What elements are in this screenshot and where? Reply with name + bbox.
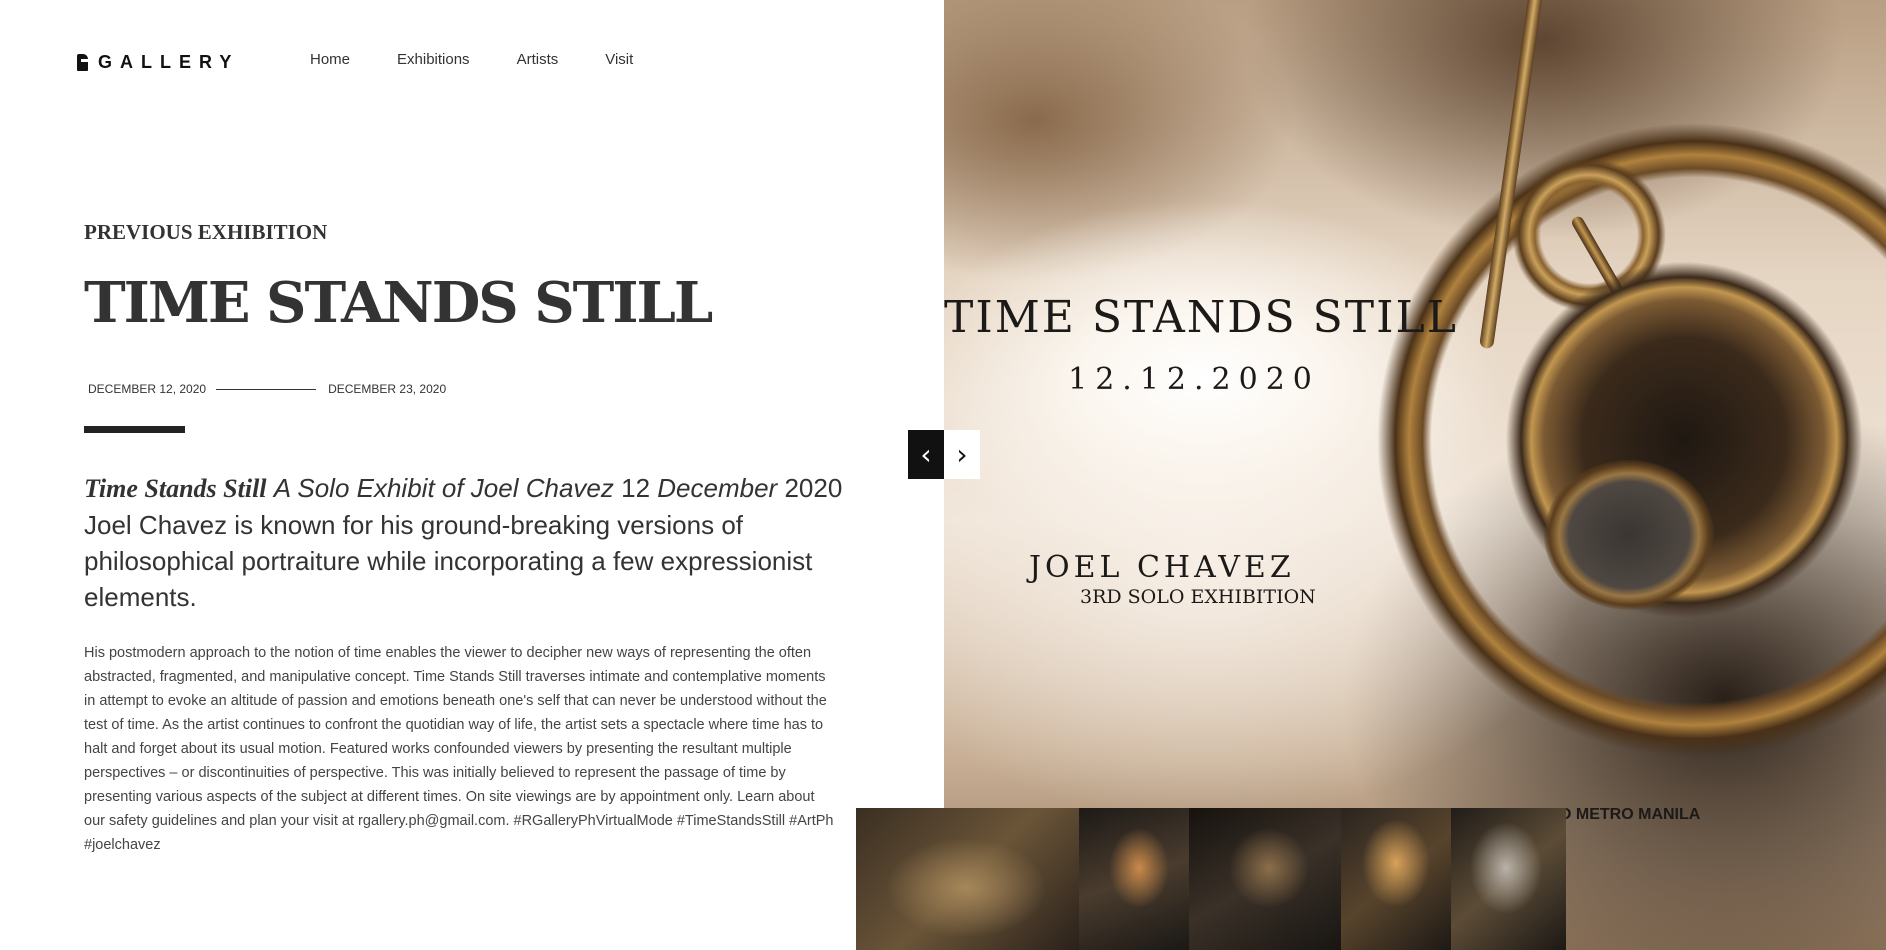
- poster-location: O METRO MANILA: [1559, 806, 1701, 823]
- exhibition-dates: DECEMBER 12, 2020 DECEMBER 23, 2020: [88, 382, 446, 396]
- start-date: DECEMBER 12, 2020: [88, 382, 207, 396]
- lead-month: December: [657, 473, 778, 503]
- exhibition-eyebrow: PREVIOUS EXHIBITION: [84, 220, 328, 244]
- previous-slide-button[interactable]: ‹: [908, 430, 944, 479]
- nav-visit[interactable]: Visit: [605, 51, 633, 68]
- thumbnail-artwork-1[interactable]: [856, 808, 1079, 950]
- poster-subtitle: 3RD SOLO EXHIBITION: [1080, 586, 1316, 608]
- accent-bar: [84, 426, 185, 433]
- lead-text: Joel Chavez is known for his ground-brea…: [84, 510, 813, 612]
- exhibition-description: His postmodern approach to the notion of…: [84, 645, 834, 853]
- poster-artist: JOEL CHAVEZ: [1029, 550, 1295, 585]
- thumbnail-artwork-4[interactable]: [1341, 808, 1451, 950]
- logo-text: GALLERY: [98, 52, 240, 72]
- thumbnail-artwork-2[interactable]: [1079, 808, 1189, 950]
- end-date: DECEMBER 23, 2020: [328, 382, 447, 396]
- thumbnail-artwork-3[interactable]: [1189, 808, 1341, 950]
- exhibition-lead: Time Stands Still A Solo Exhibit of Joel…: [84, 470, 844, 615]
- lead-subtitle: A Solo Exhibit of Joel Chavez: [273, 473, 614, 503]
- nav-exhibitions[interactable]: Exhibitions: [397, 51, 470, 68]
- lead-year: 2020: [784, 473, 843, 503]
- next-slide-button[interactable]: ›: [944, 430, 980, 479]
- chevron-right-icon: ›: [956, 438, 968, 471]
- poster-lens: [1544, 460, 1714, 610]
- poster-date: 12.12.2020: [1068, 362, 1320, 397]
- thumbnail-artwork-5[interactable]: [1451, 808, 1566, 950]
- nav-home[interactable]: Home: [310, 51, 350, 68]
- main-nav: Home Exhibitions Artists Visit: [310, 51, 633, 68]
- exhibition-title: TIME STANDS STILL: [84, 270, 713, 336]
- gallery-logo[interactable]: GALLERY: [77, 52, 239, 73]
- lead-title: Time Stands Still: [84, 474, 267, 503]
- thumbnail-strip: [856, 808, 1566, 950]
- date-divider: [216, 388, 317, 390]
- chevron-left-icon: ‹: [920, 438, 932, 471]
- nav-artists[interactable]: Artists: [517, 51, 559, 68]
- poster-title: TIME STANDS STILL: [944, 292, 1458, 343]
- logo-r-icon: [77, 54, 88, 71]
- lead-day: 12: [621, 473, 651, 503]
